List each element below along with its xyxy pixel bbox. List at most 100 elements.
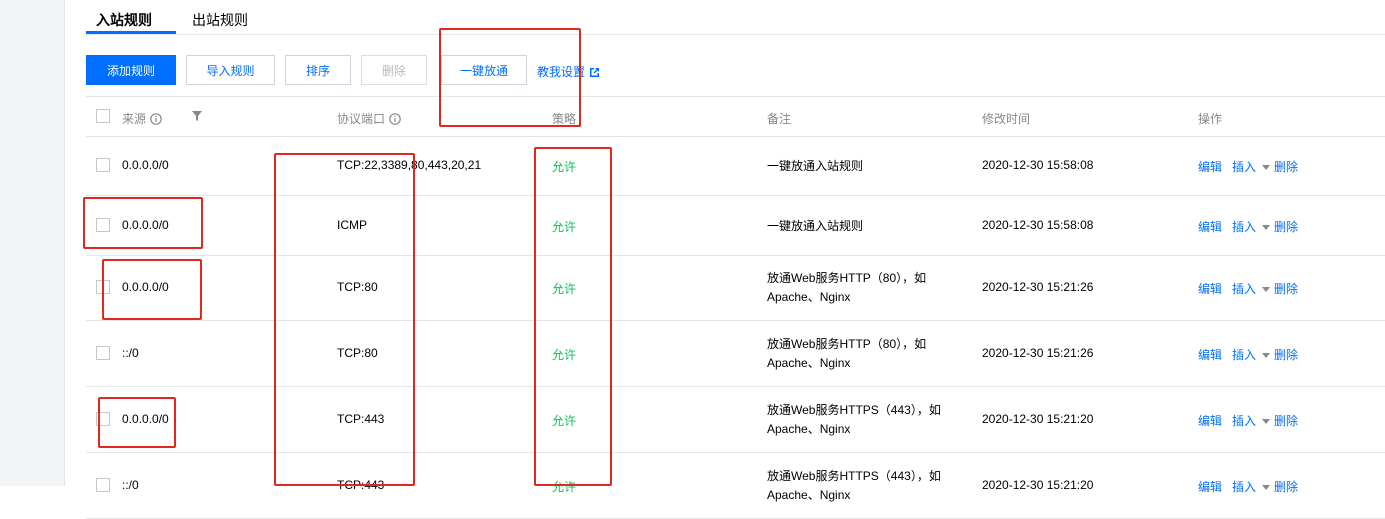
tab-outbound-rules[interactable]: 出站规则 [192,10,248,30]
one-click-open-button[interactable]: 一键放通 [441,55,527,85]
row-policy: 允许 [552,414,577,428]
row-operations: 编辑 插入 删除 [1198,478,1298,495]
left-sidebar-strip [0,0,65,486]
insert-link[interactable]: 插入 [1232,282,1256,296]
row-checkbox[interactable] [96,280,110,294]
import-rule-button[interactable]: 导入规则 [186,55,275,85]
row-source: ::/0 [122,478,139,492]
security-group-rules-panel: 入站规则 出站规则 添加规则 导入规则 排序 删除 一键放通 教我设置 来源 协… [83,0,1385,519]
row-operations: 编辑 插入 删除 [1198,412,1298,429]
delete-link[interactable]: 删除 [1274,414,1298,428]
column-protocol-port: 协议端口 [337,110,401,127]
table-header: 来源 协议端口 策略 备注 修改时间 操作 [86,97,1385,137]
rules-table: 来源 协议端口 策略 备注 修改时间 操作 0.0.0.0/0 TCP:22,33… [86,96,1385,519]
row-checkbox[interactable] [96,478,110,492]
delete-button[interactable]: 删除 [361,55,427,85]
info-icon[interactable] [389,113,401,125]
row-checkbox[interactable] [96,158,110,172]
row-checkbox[interactable] [96,346,110,360]
insert-link[interactable]: 插入 [1232,220,1256,234]
filter-icon[interactable] [192,111,202,121]
row-note: 放通Web服务HTTPS（443），如Apache、Nginx [767,403,941,436]
row-protocol-port: TCP:443 [337,412,385,426]
row-protocol-port: ICMP [337,218,367,232]
caret-down-icon[interactable] [1262,286,1271,292]
row-policy: 允许 [552,282,577,296]
row-note: 放通Web服务HTTPS（443），如Apache、Nginx [767,469,941,502]
column-port-label: 协议端口 [337,112,386,126]
row-note: 一键放通入站规则 [767,159,864,173]
row-note: 放通Web服务HTTP（80），如Apache、Nginx [767,337,927,370]
column-note: 备注 [767,112,792,126]
row-source: 0.0.0.0/0 [122,280,169,294]
column-source-label: 来源 [122,112,147,126]
row-modified-time: 2020-12-30 15:58:08 [982,158,1094,172]
table-row: 0.0.0.0/0 TCP:443 允许 放通Web服务HTTPS（443），如Apa… [86,387,1385,453]
caret-down-icon[interactable] [1262,164,1271,170]
column-modified-time: 修改时间 [982,112,1031,126]
insert-link[interactable]: 插入 [1232,160,1256,174]
row-policy: 允许 [552,348,577,362]
row-source: 0.0.0.0/0 [122,158,169,172]
insert-link[interactable]: 插入 [1232,480,1256,494]
row-protocol-port: TCP:443 [337,478,385,492]
edit-link[interactable]: 编辑 [1198,282,1222,296]
row-operations: 编辑 插入 删除 [1198,158,1298,175]
table-row: 0.0.0.0/0 ICMP 允许 一键放通入站规则 2020-12-30 15:58:… [86,196,1385,256]
row-source: 0.0.0.0/0 [122,218,169,232]
table-row: 0.0.0.0/0 TCP:22,3389,80,443,20,21 允许 一键放通入… [86,137,1385,196]
column-source: 来源 [122,110,162,127]
row-modified-time: 2020-12-30 15:21:20 [982,412,1094,426]
caret-down-icon[interactable] [1262,352,1271,358]
row-checkbox[interactable] [96,412,110,426]
row-modified-time: 2020-12-30 15:21:26 [982,346,1094,360]
add-rule-button[interactable]: 添加规则 [86,55,176,85]
column-policy: 策略 [552,112,577,126]
row-operations: 编辑 插入 删除 [1198,218,1298,235]
insert-link[interactable]: 插入 [1232,348,1256,362]
rule-tabs: 入站规则 出站规则 [86,0,1385,35]
delete-link[interactable]: 删除 [1274,220,1298,234]
row-policy: 允许 [552,220,577,234]
row-operations: 编辑 插入 删除 [1198,280,1298,297]
active-tab-indicator [86,31,176,34]
info-icon[interactable] [150,113,162,125]
table-row: ::/0 TCP:443 允许 放通Web服务HTTPS（443），如Apache、N… [86,453,1385,519]
tab-inbound-rules[interactable]: 入站规则 [96,10,152,30]
edit-link[interactable]: 编辑 [1198,160,1222,174]
caret-down-icon[interactable] [1262,418,1271,424]
edit-link[interactable]: 编辑 [1198,220,1222,234]
row-policy: 允许 [552,480,577,494]
row-modified-time: 2020-12-30 15:58:08 [982,218,1094,232]
table-row: ::/0 TCP:80 允许 放通Web服务HTTP（80），如Apache、Ngin… [86,321,1385,387]
row-note: 放通Web服务HTTP（80），如Apache、Nginx [767,271,927,304]
delete-link[interactable]: 删除 [1274,282,1298,296]
row-protocol-port: TCP:22,3389,80,443,20,21 [337,158,482,172]
table-body: 0.0.0.0/0 TCP:22,3389,80,443,20,21 允许 一键放通入… [86,137,1385,519]
sort-button[interactable]: 排序 [285,55,351,85]
row-operations: 编辑 插入 删除 [1198,346,1298,363]
row-protocol-port: TCP:80 [337,346,378,360]
column-operations: 操作 [1198,112,1223,126]
row-policy: 允许 [552,160,577,174]
edit-link[interactable]: 编辑 [1198,480,1222,494]
edit-link[interactable]: 编辑 [1198,348,1222,362]
help-setup-label: 教我设置 [537,65,586,79]
row-modified-time: 2020-12-30 15:21:26 [982,280,1094,294]
delete-link[interactable]: 删除 [1274,160,1298,174]
external-link-icon [590,68,600,77]
help-setup-link[interactable]: 教我设置 [537,63,600,80]
row-source: ::/0 [122,346,139,360]
caret-down-icon[interactable] [1262,224,1271,230]
row-checkbox[interactable] [96,218,110,232]
row-note: 一键放通入站规则 [767,219,864,233]
insert-link[interactable]: 插入 [1232,414,1256,428]
row-protocol-port: TCP:80 [337,280,378,294]
delete-link[interactable]: 删除 [1274,480,1298,494]
row-modified-time: 2020-12-30 15:21:20 [982,478,1094,492]
select-all-checkbox[interactable] [96,109,110,123]
delete-link[interactable]: 删除 [1274,348,1298,362]
table-row: 0.0.0.0/0 TCP:80 允许 放通Web服务HTTP（80），如Apache… [86,256,1385,321]
edit-link[interactable]: 编辑 [1198,414,1222,428]
row-source: 0.0.0.0/0 [122,412,169,426]
